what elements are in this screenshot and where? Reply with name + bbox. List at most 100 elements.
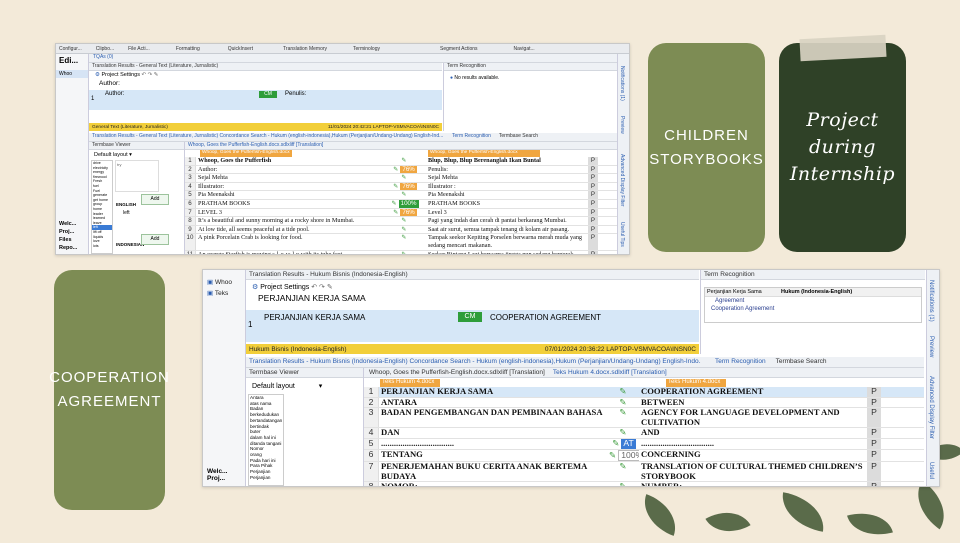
layout-select[interactable]: Default layout ▾ xyxy=(89,150,184,160)
target-segment[interactable]: Level 3 xyxy=(426,209,588,217)
segment-row[interactable]: 7 LEVEL 3 ✎ 76% Level 3P xyxy=(185,208,617,218)
segment-row[interactable]: 1 Whoop, Goes the Pufferfish ✎ Blup, Blup, … xyxy=(185,157,617,166)
source-segment[interactable]: ANTARA xyxy=(379,398,609,408)
source-segment[interactable]: At low tide, all seems peaceful at a tid… xyxy=(196,226,384,234)
segment-row[interactable]: 1 PERJANJIAN KERJA SAMA ✎ COOPERATION AGREE… xyxy=(364,387,924,398)
target-segment[interactable]: Pagi yang indah dan cerah di pantai berk… xyxy=(426,217,588,225)
tab-termbase-search[interactable]: Termbase Search xyxy=(776,357,827,367)
tm-match-row[interactable]: 1 PERJANJIAN KERJA SAMA CM COOPERATION A… xyxy=(246,310,699,342)
target-segment[interactable]: Pia Meenakshi xyxy=(426,191,588,199)
target-segment[interactable]: CONCERNING xyxy=(639,450,867,462)
nav-item-reports[interactable]: Repo... xyxy=(56,244,88,252)
target-segment[interactable]: Seekor Bintang Laut berwarna jingga pun … xyxy=(426,251,588,254)
display-filter-tab[interactable]: Advanced Display Filter xyxy=(619,154,625,207)
ribbon-tab[interactable]: File Acti... xyxy=(128,46,150,52)
termbase-term-list[interactable]: drive electricity energy firewood Fresh fuel F… xyxy=(91,160,113,254)
segment-row[interactable]: 7 PENERJEMAHAN BUKU CERITA ANAK BERTEMA B… xyxy=(364,462,924,483)
target-segment[interactable]: PRATHAM BOOKS xyxy=(426,200,588,208)
tab-translation-results[interactable]: Translation Results - General Text (Lite… xyxy=(89,133,444,141)
segment-row[interactable]: 11 An orange Starfish is moving s-l-o-w-l… xyxy=(185,250,617,254)
ribbon-tab[interactable]: Clipbo... xyxy=(96,46,114,52)
source-segment[interactable]: .................................. xyxy=(379,439,609,449)
source-segment[interactable]: An orange Starfish is moving s-l-o-w-l-y… xyxy=(196,251,384,254)
source-segment[interactable]: Whoop, Goes the Pufferfish xyxy=(196,157,384,165)
source-segment[interactable]: PRATHAM BOOKS xyxy=(196,200,384,208)
tab-translation-results[interactable]: Translation Results - Hukum Bisnis (Indo… xyxy=(246,357,701,367)
target-segment[interactable]: BETWEEN xyxy=(639,398,867,408)
project-settings-button[interactable]: ⚙ Project Settings ↶ ↷ ✎ xyxy=(246,280,699,291)
useful-tab[interactable]: Useful xyxy=(928,462,934,479)
preview-tab[interactable]: Preview xyxy=(619,116,625,134)
useful-tips-tab[interactable]: Useful Tips xyxy=(619,222,625,247)
source-segment[interactable]: LEVEL 3 xyxy=(196,209,384,217)
ribbon-tab[interactable]: Translation Memory xyxy=(283,46,327,52)
nav-item-welcome[interactable]: Welc... xyxy=(56,220,88,228)
target-segment[interactable]: Tampak seekor Kepiting Porselen berwarna… xyxy=(426,234,588,249)
nav-file-whoop[interactable]: ▣ Whoo xyxy=(203,276,245,288)
segment-row[interactable]: 4 Illustrator: ✎ 76% Illustrator :P xyxy=(185,182,617,192)
notifications-tab[interactable]: Notifications (1) xyxy=(619,66,625,101)
source-segment[interactable]: NOMOR: xyxy=(379,482,609,486)
ribbon-tab[interactable]: QuickInsert xyxy=(228,46,253,52)
target-segment[interactable]: Sejal Mehta xyxy=(426,174,588,182)
tab-term-recognition[interactable]: Term Recognition xyxy=(452,133,491,141)
source-segment[interactable]: Pia Meenakshi xyxy=(196,191,384,199)
nav-item-projects[interactable]: Proj... xyxy=(203,475,231,482)
segment-row[interactable]: 8 It’s a beautiful and sunny morning at a… xyxy=(185,217,617,226)
layout-select[interactable]: Default layout ▾ xyxy=(246,378,363,394)
notifications-tab[interactable]: Notifications (1) xyxy=(928,280,934,322)
add-button[interactable]: Add xyxy=(141,194,169,205)
target-segment[interactable]: NUMBER: xyxy=(639,482,867,486)
project-settings-button[interactable]: ⚙ Project Settings ↶ ↷ ✎ xyxy=(89,71,442,79)
segment-row[interactable]: 10 A pink Porcelain Crab is looking for f… xyxy=(185,234,617,251)
target-segment[interactable]: AGENCY FOR LANGUAGE DEVELOPMENT AND CULT… xyxy=(639,408,867,427)
segment-row[interactable]: 8NOMOR: ✎ NUMBER:P xyxy=(364,482,924,486)
termbase-term-list[interactable]: Antara atas nama Badan berkedudukan bertanda… xyxy=(248,394,284,486)
source-segment[interactable]: PENERJEMAHAN BUKU CERITA ANAK BERTEMA BU… xyxy=(379,462,609,481)
segment-row[interactable]: 2 Author: ✎ 76% Penulis: P xyxy=(185,165,617,175)
segment-row[interactable]: 6 PRATHAM BOOKS ✎ 100% PRATHAM BOOKS P xyxy=(185,199,617,209)
document-tab-teks[interactable]: Teks Hukum 4.docx.sdlxliff [Translation] xyxy=(553,368,667,377)
segment-row[interactable]: 6TENTANG✎100%CONCERNINGP xyxy=(364,449,924,463)
nav-item-projects[interactable]: Proj... xyxy=(56,228,88,236)
segment-row[interactable]: 3 BADAN PENGEMBANGAN DAN PEMBINAAN BAHASA… xyxy=(364,408,924,429)
source-segment[interactable]: Illustrator: xyxy=(196,183,384,191)
source-segment[interactable]: It’s a beautiful and sunny morning at a … xyxy=(196,217,384,225)
source-segment[interactable]: DAN xyxy=(379,428,609,438)
segment-row[interactable]: 5.................................. ✎ AT..… xyxy=(364,438,924,450)
source-segment[interactable]: Sejal Mehta xyxy=(196,174,384,182)
target-segment[interactable]: Blup, Blup, Blup Berenanglah Ikan Buntal xyxy=(426,157,588,165)
termbase-list-item[interactable]: lots xyxy=(92,244,112,249)
tab-termbase-search[interactable]: Termbase Search xyxy=(499,133,538,141)
target-segment[interactable]: COOPERATION AGREEMENT xyxy=(639,387,867,397)
source-segment[interactable]: Author: xyxy=(196,166,384,174)
ribbon-tab[interactable]: Formatting xyxy=(176,46,200,52)
target-segment[interactable]: Illustrator : xyxy=(426,183,588,191)
ribbon-tab[interactable]: Navigat... xyxy=(514,46,535,52)
source-segment[interactable]: TENTANG xyxy=(379,450,609,462)
source-segment[interactable]: PERJANJIAN KERJA SAMA xyxy=(379,387,609,397)
preview-tab[interactable]: Preview xyxy=(928,336,934,357)
document-tab[interactable]: Whoop, Goes the Pufferfish-English.docx.… xyxy=(185,142,617,150)
segment-row[interactable]: 2 ANTARA ✎ BETWEEN P xyxy=(364,397,924,409)
source-segment[interactable]: A pink Porcelain Crab is looking for foo… xyxy=(196,234,384,249)
add-button-2[interactable]: Add xyxy=(141,234,169,245)
segment-row[interactable]: 5 Pia Meenakshi ✎ Pia Meenakshi P xyxy=(185,191,617,200)
termbase-list-item[interactable]: bertandatangan xyxy=(249,418,283,424)
segment-row[interactable]: 4 DAN ✎ AND P xyxy=(364,428,924,439)
target-segment[interactable]: Penulis: xyxy=(426,166,588,174)
tab-term-recognition[interactable]: Term Recognition xyxy=(715,357,766,367)
nav-file-item[interactable]: Whoo xyxy=(56,70,88,78)
tqa-tab[interactable]: TQAs (0) xyxy=(89,54,621,63)
termbase-list-item[interactable]: berkedudukan xyxy=(249,412,283,418)
segment-row[interactable]: 9 At low tide, all seems peaceful at a ti… xyxy=(185,225,617,235)
document-tab-whoop[interactable]: Whoop, Goes the Pufferfish-English.docx.… xyxy=(369,368,545,377)
ribbon-tab[interactable]: Configur... xyxy=(59,46,82,52)
source-segment[interactable]: BADAN PENGEMBANGAN DAN PEMBINAAN BAHASA xyxy=(379,408,609,427)
display-filter-tab[interactable]: Advanced Display Filter xyxy=(928,376,934,439)
nav-item-welcome[interactable]: Welc... xyxy=(203,468,231,475)
term-item[interactable]: Cooperation Agreement xyxy=(705,305,921,313)
term-item[interactable]: Agreement xyxy=(705,297,921,305)
tm-match-row[interactable]: 1 Author: CM Penulis: xyxy=(89,90,442,110)
target-segment[interactable]: AND xyxy=(639,428,867,438)
